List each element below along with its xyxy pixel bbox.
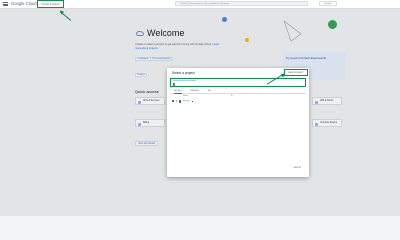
column-header-id: ID bbox=[231, 95, 233, 97]
tab-starred[interactable]: STARRED bbox=[190, 89, 199, 93]
hamburger-menu-icon[interactable] bbox=[3, 2, 8, 6]
new-project-button[interactable]: NEW PROJECT bbox=[284, 69, 308, 76]
brand-label[interactable]: Google Cloud bbox=[11, 1, 37, 7]
search-icon bbox=[173, 83, 176, 86]
organization-icon bbox=[178, 100, 181, 103]
tab-all[interactable]: ALL bbox=[208, 89, 211, 93]
column-header-name: Name bbox=[183, 95, 188, 97]
dialog-tabs: RECENT STARRED ALL bbox=[170, 89, 306, 94]
row-checkbox[interactable] bbox=[172, 100, 174, 103]
cancel-button[interactable]: CANCEL bbox=[293, 167, 301, 169]
search-input[interactable]: Search (/) for resources, docs, products… bbox=[175, 1, 308, 6]
dialog-title: Select a project bbox=[172, 71, 195, 75]
project-search-input[interactable]: Search projects and folders bbox=[170, 78, 306, 87]
cursor-dot-icon bbox=[191, 100, 194, 103]
row-project-name[interactable]: No org bbox=[183, 100, 189, 102]
create-project-button[interactable]: Create a project bbox=[37, 0, 64, 8]
select-project-dialog: Select a project NEW PROJECT Search proj… bbox=[167, 68, 309, 177]
top-bar: Google Cloud Create a project Search (/)… bbox=[0, 0, 400, 9]
tab-recent[interactable]: RECENT bbox=[174, 89, 182, 94]
expand-triangle-icon[interactable] bbox=[175, 100, 177, 103]
search-button[interactable]: Search bbox=[319, 1, 337, 6]
project-search-label: Search projects and folders bbox=[173, 79, 197, 82]
table-row[interactable]: No org bbox=[170, 99, 306, 104]
